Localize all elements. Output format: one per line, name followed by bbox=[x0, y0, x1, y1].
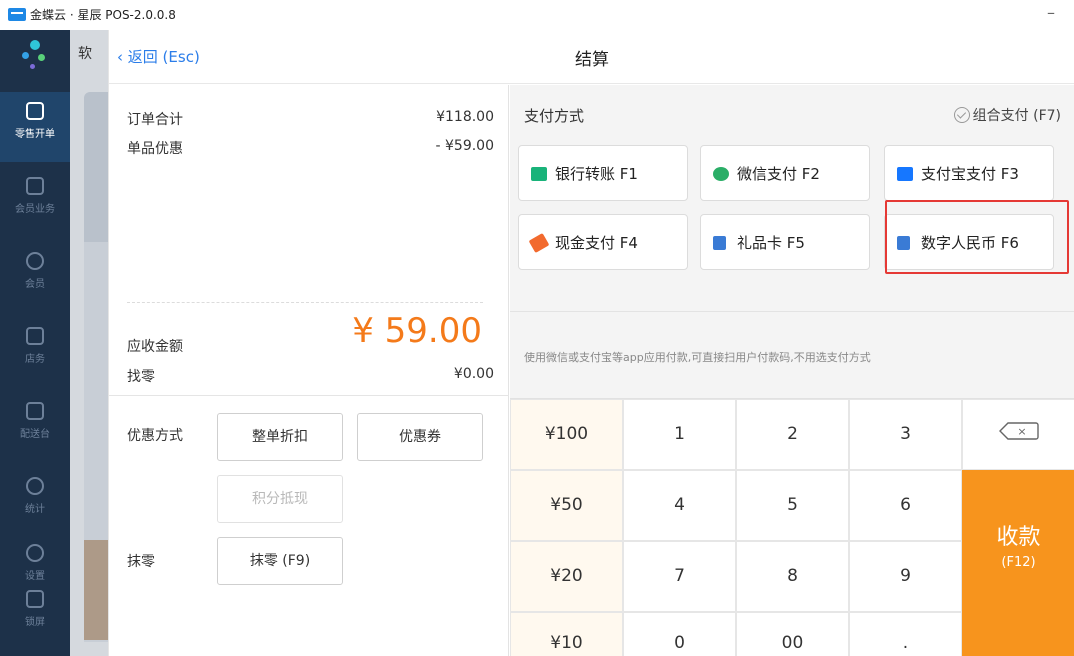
wechat-icon bbox=[713, 167, 729, 181]
order-total-value: ¥118.00 bbox=[436, 109, 494, 125]
round-off-label: 抹零 bbox=[127, 554, 155, 570]
sidebar-item-member-business[interactable]: 会员业务 bbox=[0, 167, 70, 237]
scan-hint-text: 使用微信或支付宝等app应用付款,可直接扫用户付款码,不用选支付方式 bbox=[524, 351, 871, 364]
amount-100-key[interactable]: ¥100 bbox=[510, 399, 623, 470]
store-icon bbox=[26, 327, 44, 345]
amount-due-label: 应收金额 bbox=[127, 339, 183, 355]
item-discount-value: - ¥59.00 bbox=[435, 138, 495, 154]
member-icon bbox=[26, 252, 44, 270]
sidebar-item-statistics[interactable]: 统计 bbox=[0, 467, 70, 537]
keypad: ¥100 1 2 3 × ¥50 4 5 6 ¥20 7 8 9 ¥10 0 0… bbox=[510, 398, 1074, 656]
change-row: 找零 ¥0.00 bbox=[127, 366, 494, 386]
receipt-icon bbox=[26, 102, 44, 120]
dialog-title: 结算 bbox=[575, 50, 609, 70]
grid-icon bbox=[26, 177, 44, 195]
highlight-box bbox=[885, 200, 1069, 274]
sidebar-item-member[interactable]: 会员 bbox=[0, 242, 70, 312]
coupon-button[interactable]: 优惠券 bbox=[357, 413, 483, 461]
change-label: 找零 bbox=[127, 369, 155, 385]
title-bar: 金蝶云 · 星辰 POS-2.0.0.8 – bbox=[0, 0, 1074, 30]
bank-card-icon bbox=[531, 167, 547, 181]
checkout-dialog: ‹ 返回 (Esc) 结算 订单合计 ¥118.00 单品优惠 - ¥59.00… bbox=[108, 30, 1074, 656]
digit-9-key[interactable]: 9 bbox=[849, 541, 962, 612]
sidebar: 零售开单 会员业务 会员 店务 配送台 统计 设置 锁屏 bbox=[0, 30, 70, 656]
chart-icon bbox=[26, 477, 44, 495]
digit-0-key[interactable]: 0 bbox=[623, 612, 736, 656]
divider bbox=[127, 302, 483, 303]
combined-payment-toggle[interactable]: 组合支付 (F7) bbox=[953, 105, 1061, 125]
decimal-point-key[interactable]: . bbox=[849, 612, 962, 656]
settings-icon bbox=[26, 544, 44, 562]
amount-due-value: ¥ 59.00 bbox=[352, 311, 482, 351]
sidebar-item-store[interactable]: 店务 bbox=[0, 317, 70, 387]
amount-10-key[interactable]: ¥10 bbox=[510, 612, 623, 656]
alipay-icon bbox=[897, 167, 913, 181]
payment-panel: 支付方式 组合支付 (F7) 银行转账 F1 微信支付 F2 支付宝支付 F3 … bbox=[510, 85, 1074, 656]
points-redeem-button[interactable]: 积分抵现 bbox=[217, 475, 343, 523]
digit-00-key[interactable]: 00 bbox=[736, 612, 849, 656]
pay-bank-transfer-button[interactable]: 银行转账 F1 bbox=[518, 145, 688, 201]
digit-7-key[interactable]: 7 bbox=[623, 541, 736, 612]
cash-tag-icon bbox=[528, 232, 550, 254]
svg-text:×: × bbox=[1017, 425, 1026, 438]
payment-method-title: 支付方式 bbox=[524, 107, 585, 125]
check-circle-icon bbox=[953, 107, 970, 123]
pay-cash-button[interactable]: 现金支付 F4 bbox=[518, 214, 688, 270]
item-discount-label: 单品优惠 bbox=[127, 141, 183, 157]
background-app: 软 bbox=[70, 30, 108, 656]
item-discount-row: 单品优惠 - ¥59.00 bbox=[127, 138, 494, 158]
sidebar-item-lock[interactable]: 锁屏 bbox=[0, 586, 70, 656]
digit-4-key[interactable]: 4 bbox=[623, 470, 736, 541]
digit-2-key[interactable]: 2 bbox=[736, 399, 849, 470]
divider bbox=[109, 395, 509, 396]
digit-3-key[interactable]: 3 bbox=[849, 399, 962, 470]
digit-5-key[interactable]: 5 bbox=[736, 470, 849, 541]
backspace-key[interactable]: × bbox=[962, 399, 1074, 470]
background-tab-label: 软 bbox=[78, 46, 92, 62]
sidebar-item-retail[interactable]: 零售开单 bbox=[0, 92, 70, 162]
order-total-label: 订单合计 bbox=[127, 112, 183, 128]
collect-payment-button[interactable]: 收款 (F12) bbox=[962, 470, 1074, 656]
change-value: ¥0.00 bbox=[453, 366, 494, 382]
pay-wechat-button[interactable]: 微信支付 F2 bbox=[700, 145, 870, 201]
digit-6-key[interactable]: 6 bbox=[849, 470, 962, 541]
window-title: 金蝶云 · 星辰 POS-2.0.0.8 bbox=[30, 8, 176, 22]
delivery-icon bbox=[26, 402, 44, 420]
amount-20-key[interactable]: ¥20 bbox=[510, 541, 623, 612]
discount-method-label: 优惠方式 bbox=[127, 428, 183, 444]
round-off-button[interactable]: 抹零 (F9) bbox=[217, 537, 343, 585]
divider bbox=[510, 311, 1074, 312]
pay-alipay-button[interactable]: 支付宝支付 F3 bbox=[884, 145, 1054, 201]
minimize-button[interactable]: – bbox=[1038, 0, 1064, 28]
sidebar-item-delivery[interactable]: 配送台 bbox=[0, 392, 70, 462]
brand-logo-icon bbox=[22, 36, 50, 72]
backspace-icon: × bbox=[998, 422, 1039, 440]
order-summary-panel: 订单合计 ¥118.00 单品优惠 - ¥59.00 应收金额 ¥ 59.00 … bbox=[109, 85, 509, 656]
app-logo-icon bbox=[8, 8, 26, 21]
digit-1-key[interactable]: 1 bbox=[623, 399, 736, 470]
order-total-row: 订单合计 ¥118.00 bbox=[127, 109, 494, 129]
pay-gift-card-button[interactable]: 礼品卡 F5 bbox=[700, 214, 870, 270]
gift-card-icon bbox=[713, 236, 726, 250]
digit-8-key[interactable]: 8 bbox=[736, 541, 849, 612]
whole-order-discount-button[interactable]: 整单折扣 bbox=[217, 413, 343, 461]
amount-50-key[interactable]: ¥50 bbox=[510, 470, 623, 541]
lock-icon bbox=[26, 590, 44, 608]
dialog-header: ‹ 返回 (Esc) 结算 bbox=[109, 30, 1074, 84]
